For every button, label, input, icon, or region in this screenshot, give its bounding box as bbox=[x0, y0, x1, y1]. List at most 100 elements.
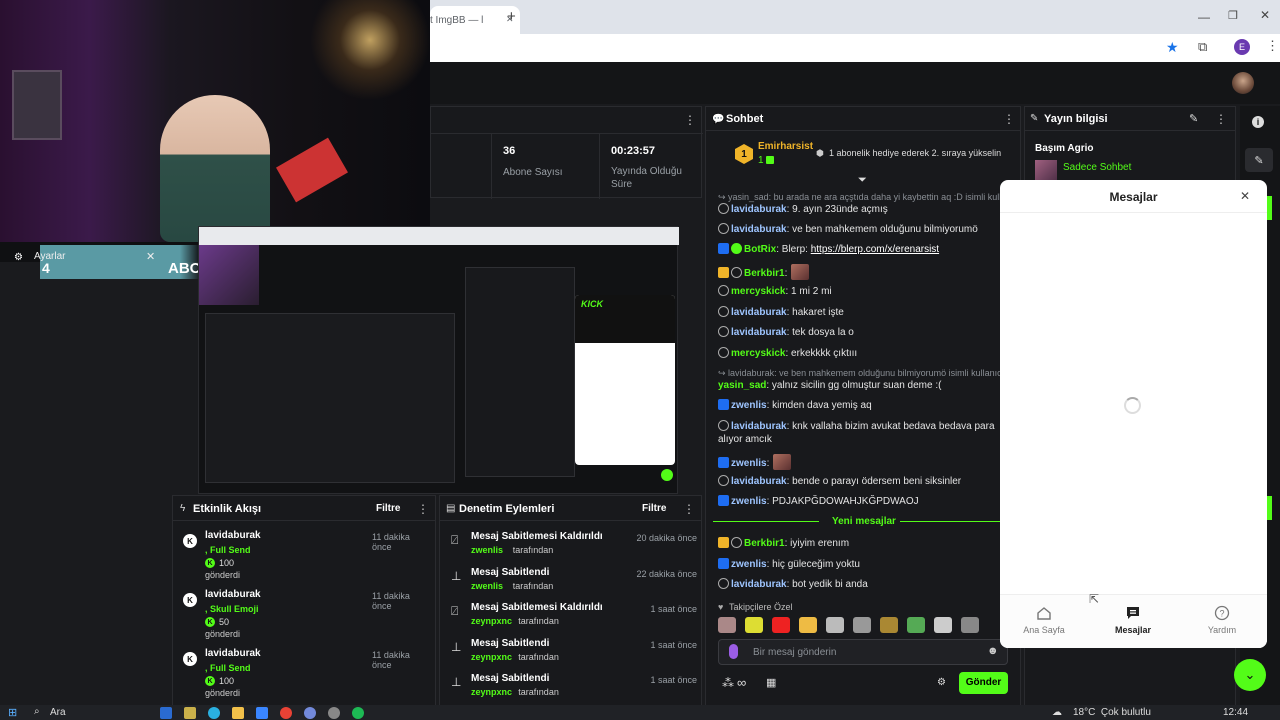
moderation-actor[interactable]: zwenlis bbox=[471, 581, 503, 591]
send-button[interactable]: Gönder bbox=[959, 672, 1008, 694]
emote-icon[interactable] bbox=[934, 617, 952, 633]
nav-help[interactable]: ? Yardım bbox=[1192, 605, 1252, 635]
moderation-actor[interactable]: zeynpxnc bbox=[471, 616, 512, 626]
category-name[interactable]: Sadece Sohbet bbox=[1063, 162, 1131, 173]
chat-settings-icon[interactable]: ⚙ bbox=[937, 677, 946, 688]
chat-username[interactable]: lavidaburak bbox=[731, 204, 787, 215]
activity-filter-button[interactable]: Filtre bbox=[376, 503, 400, 514]
discord-icon[interactable] bbox=[304, 706, 316, 719]
overlay-close-icon[interactable]: ✕ bbox=[146, 250, 155, 263]
moderation-actor[interactable]: zeynpxnc bbox=[471, 652, 512, 662]
chat-username[interactable]: lavidaburak bbox=[731, 476, 787, 487]
emote-icon[interactable] bbox=[853, 617, 871, 633]
chat-username[interactable]: Berkbir1 bbox=[744, 538, 785, 549]
emote-icon[interactable] bbox=[745, 617, 763, 633]
moderation-actor[interactable]: zeynpxnc bbox=[471, 687, 512, 697]
moderation-filter-button[interactable]: Filtre bbox=[642, 503, 666, 514]
chat-username[interactable]: zwenlis bbox=[731, 496, 767, 507]
chat-username[interactable]: zwenlis bbox=[731, 458, 767, 469]
chat-username[interactable]: zwenlis bbox=[731, 559, 767, 570]
windows-start-icon[interactable]: ⊞ bbox=[8, 706, 17, 719]
chrome-icon[interactable] bbox=[280, 706, 292, 719]
mic-icon[interactable] bbox=[729, 644, 738, 659]
stats-menu-icon[interactable]: ⋮ bbox=[684, 113, 696, 127]
info-icon[interactable]: i bbox=[1252, 116, 1264, 128]
activity-user[interactable]: lavidaburak bbox=[205, 648, 261, 659]
profile-avatar[interactable]: E bbox=[1234, 39, 1250, 55]
emote-row bbox=[718, 617, 1003, 635]
collapse-arrow-icon[interactable]: ⏷ bbox=[858, 174, 867, 187]
modal-close-icon[interactable]: ✕ bbox=[1240, 189, 1250, 203]
extensions-icon[interactable]: ⧉ bbox=[1198, 39, 1207, 55]
chat-link[interactable]: https://blerp.com/x/erenarsist bbox=[811, 244, 939, 255]
address-bar[interactable]: ★ ⧉ E ⋮ bbox=[430, 34, 1280, 62]
emote-icon[interactable] bbox=[880, 617, 898, 633]
chat-username[interactable]: lavidaburak bbox=[731, 307, 787, 318]
chat-username[interactable]: zwenlis bbox=[731, 400, 767, 411]
chat-username[interactable]: lavidaburak bbox=[731, 224, 787, 235]
emote-icon[interactable] bbox=[826, 617, 844, 633]
chat-username[interactable]: lavidaburak bbox=[731, 579, 787, 590]
folder-icon[interactable] bbox=[232, 706, 244, 719]
app-icon[interactable] bbox=[184, 706, 196, 719]
chat-username[interactable]: yasin_sad bbox=[718, 380, 766, 391]
browser-menu-icon[interactable]: ⋮ bbox=[1266, 38, 1279, 54]
activity-item[interactable]: Klavidaburak 11 dakika önce , Full Send K 10… bbox=[180, 648, 430, 703]
moderation-item[interactable]: ⍁ Mesaj Sabitlemesi Kaldırıldı 1 saat önce… bbox=[447, 602, 697, 634]
new-tab-button[interactable]: + bbox=[507, 8, 516, 25]
activity-user[interactable]: lavidaburak bbox=[205, 530, 261, 541]
bookmark-star-icon[interactable]: ★ bbox=[1166, 39, 1179, 56]
pinned-user[interactable]: Emirharsist bbox=[758, 141, 813, 152]
emote-icon[interactable] bbox=[907, 617, 925, 633]
settings-gear-icon[interactable]: ⚙ bbox=[14, 252, 23, 263]
moderation-item[interactable]: ⊥ Mesaj Sabitlendi 1 saat önce zeynpxnc tar… bbox=[447, 673, 697, 705]
moderation-menu-icon[interactable]: ⋮ bbox=[683, 502, 695, 516]
stream-preview[interactable]: KICK bbox=[198, 226, 679, 494]
emote-icon[interactable] bbox=[961, 617, 979, 633]
obs-icon[interactable] bbox=[328, 706, 340, 719]
moderation-item[interactable]: ⍁ Mesaj Sabitlemesi Kaldırıldı 20 dakika ö… bbox=[447, 531, 697, 563]
chat-launcher-button[interactable]: ⌄ bbox=[1234, 659, 1266, 691]
activity-user[interactable]: lavidaburak bbox=[205, 589, 261, 600]
chat-username[interactable]: lavidaburak bbox=[731, 421, 787, 432]
chat-username[interactable]: mercyskick bbox=[731, 286, 786, 297]
chat-username[interactable]: mercyskick bbox=[731, 348, 786, 359]
spotify-icon[interactable] bbox=[352, 706, 364, 719]
moderation-actor[interactable]: zwenlis bbox=[471, 545, 503, 555]
nav-messages[interactable]: Mesajlar bbox=[1103, 605, 1163, 635]
emote-icon[interactable] bbox=[772, 617, 790, 633]
chat-username[interactable]: BotRix bbox=[744, 244, 776, 255]
emote-icon[interactable] bbox=[718, 617, 736, 633]
commands-icon[interactable]: ⁂ bbox=[722, 676, 734, 690]
edit-icon[interactable]: ✎ bbox=[1189, 112, 1198, 125]
chat-message: BotRix: Blerp: https://blerp.com/x/erena… bbox=[718, 243, 1003, 256]
close-window-icon[interactable]: ✕ bbox=[1260, 8, 1270, 22]
taskbar-search-icon[interactable]: ⌕ bbox=[34, 706, 40, 717]
infinity-icon[interactable]: ∞ bbox=[737, 675, 746, 690]
moderation-item[interactable]: ⊥ Mesaj Sabitlendi 1 saat önce zeynpxnc tar… bbox=[447, 638, 697, 670]
store-icon[interactable]: ▦ bbox=[766, 676, 776, 689]
activity-item[interactable]: Klavidaburak 11 dakika önce , Full Send K 10… bbox=[180, 530, 430, 585]
chat-username[interactable]: lavidaburak bbox=[731, 327, 787, 338]
chat-menu-icon[interactable]: ⋮ bbox=[1003, 112, 1015, 126]
nav-home[interactable]: Ana Sayfa bbox=[1014, 605, 1074, 635]
weather-text[interactable]: 18°C Çok bulutlu bbox=[1073, 707, 1151, 718]
user-avatar[interactable] bbox=[1232, 72, 1254, 94]
chat-input[interactable]: Bir mesaj gönderin ☻ bbox=[718, 639, 1008, 665]
chat-username[interactable]: Berkbir1 bbox=[744, 268, 785, 279]
stream-info-menu-icon[interactable]: ⋮ bbox=[1215, 112, 1227, 126]
moderation-item[interactable]: ⊥ Mesaj Sabitlendi 22 dakika önce zwenlis t… bbox=[447, 567, 697, 599]
emoji-icon[interactable]: ☻ bbox=[987, 645, 999, 657]
taskbar: ⊞ ⌕ Ara ☁ 18°C Çok bulutlu 12:44 bbox=[0, 705, 1280, 720]
edge-icon[interactable] bbox=[208, 706, 220, 719]
taskbar-search-label[interactable]: Ara bbox=[50, 707, 66, 718]
app-icon[interactable] bbox=[256, 706, 268, 719]
clock[interactable]: 12:44 bbox=[1223, 707, 1248, 718]
edit-layout-icon[interactable]: ✎ bbox=[1245, 148, 1273, 172]
minimize-icon[interactable]: — bbox=[1198, 10, 1210, 24]
restore-icon[interactable]: ❐ bbox=[1228, 9, 1238, 22]
activity-menu-icon[interactable]: ⋮ bbox=[417, 502, 429, 516]
app-icon[interactable] bbox=[160, 706, 172, 719]
emote-icon[interactable] bbox=[799, 617, 817, 633]
activity-item[interactable]: Klavidaburak 11 dakika önce , Skull Emoji K… bbox=[180, 589, 430, 644]
